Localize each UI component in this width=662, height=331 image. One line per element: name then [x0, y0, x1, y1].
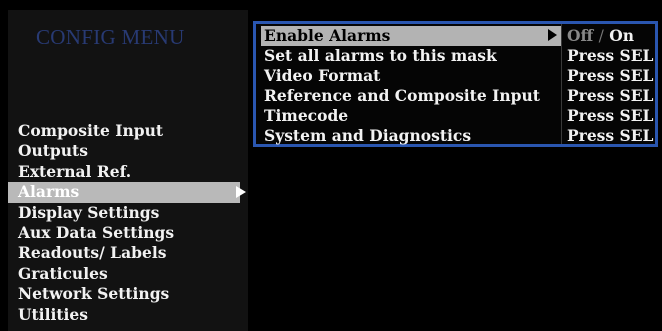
submenu-item-reference-composite[interactable]: Reference and Composite Input [261, 86, 561, 106]
submenu-item-label: Enable Alarms [264, 26, 391, 45]
menu-item-display-settings[interactable]: Display Settings [8, 203, 248, 223]
menu-item-outputs[interactable]: Outputs [8, 141, 248, 161]
menu-item-composite-input[interactable]: Composite Input [8, 121, 248, 141]
submenu-item-timecode[interactable]: Timecode [261, 106, 561, 126]
submenu-item-set-all-alarms[interactable]: Set all alarms to this mask [261, 46, 561, 66]
menu-item-external-ref[interactable]: External Ref. [8, 162, 248, 182]
toggle-option-off: Off [567, 26, 594, 45]
menu-item-alarms[interactable]: Alarms [8, 182, 246, 203]
submenu-row-enable-alarms[interactable]: Enable Alarms Off / On [261, 26, 653, 46]
submenu-item-video-format[interactable]: Video Format [261, 66, 561, 86]
submenu-row-video-format[interactable]: Video Format Press SEL [261, 66, 653, 86]
triangle-right-icon [548, 29, 557, 41]
submenu-value: Press SEL [567, 86, 654, 105]
submenu-value: Press SEL [567, 106, 654, 125]
menu-item-alarms-label: Alarms [18, 182, 80, 202]
config-menu-title: CONFIG MENU [36, 25, 185, 49]
enable-alarms-toggle[interactable]: Off / On [567, 26, 634, 46]
menu-item-graticules[interactable]: Graticules [8, 264, 248, 284]
menu-item-readouts-labels[interactable]: Readouts/ Labels [8, 243, 248, 263]
submenu-value: Press SEL [567, 126, 654, 145]
submenu-value: Press SEL [567, 46, 654, 65]
submenu-row-set-all-alarms[interactable]: Set all alarms to this mask Press SEL [261, 46, 653, 66]
toggle-separator: / [598, 27, 604, 45]
menu-item-aux-data-settings[interactable]: Aux Data Settings [8, 223, 248, 243]
triangle-right-icon [236, 186, 246, 199]
submenu-row-timecode[interactable]: Timecode Press SEL [261, 106, 653, 126]
config-menu-list: Composite Input Outputs External Ref. Al… [8, 121, 248, 325]
submenu-item-enable-alarms[interactable]: Enable Alarms [261, 26, 561, 46]
submenu-value: Press SEL [567, 66, 654, 85]
alarms-submenu: Enable Alarms Off / On Set all alarms to… [253, 21, 658, 147]
submenu-item-system-diagnostics[interactable]: System and Diagnostics [261, 126, 561, 146]
menu-item-network-settings[interactable]: Network Settings [8, 284, 248, 304]
submenu-row-reference-composite[interactable]: Reference and Composite Input Press SEL [261, 86, 653, 106]
submenu-row-system-diagnostics[interactable]: System and Diagnostics Press SEL [261, 126, 653, 146]
menu-item-utilities[interactable]: Utilities [8, 305, 248, 325]
toggle-option-on: On [609, 26, 635, 45]
